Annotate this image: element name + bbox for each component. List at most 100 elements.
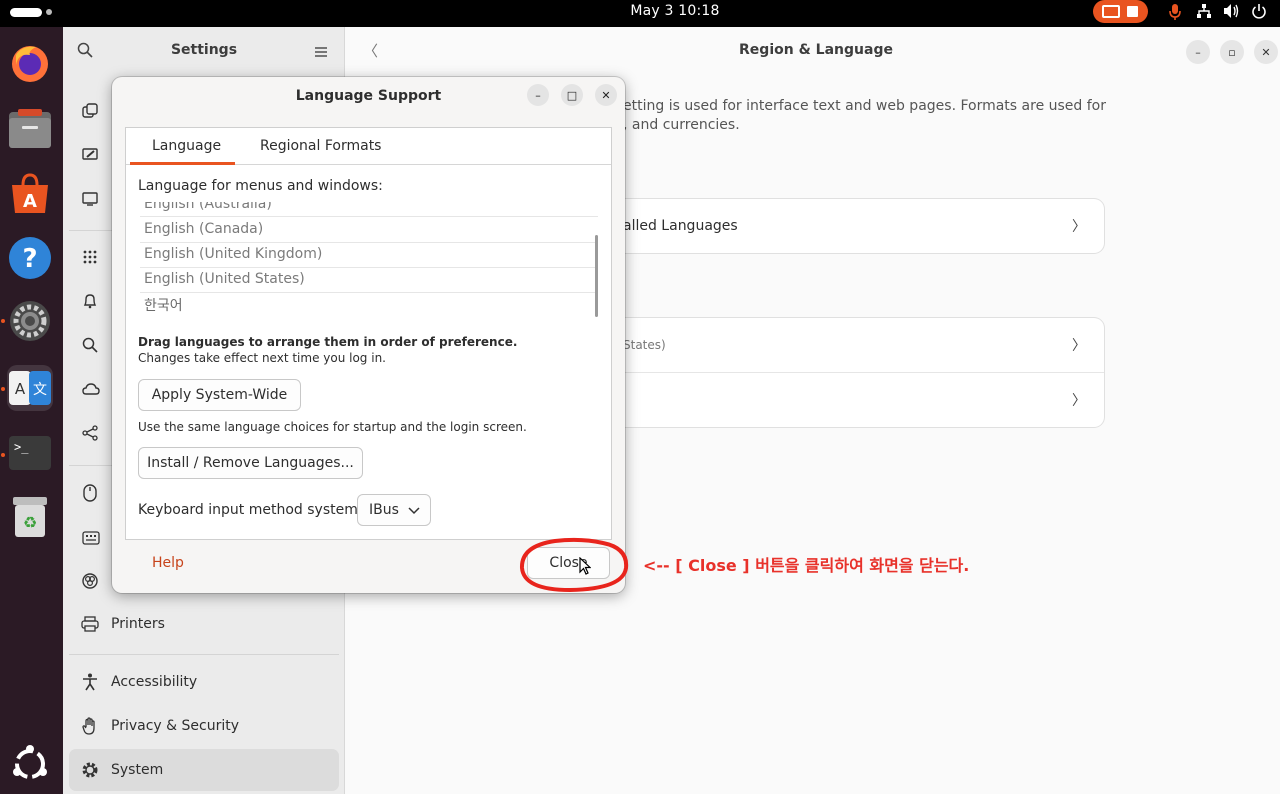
list-divider: [140, 216, 598, 217]
tab-bar: Language Regional Formats: [126, 128, 611, 165]
trash-icon[interactable]: ♻: [7, 494, 53, 540]
language-icon[interactable]: A文: [7, 365, 53, 411]
active-tab-indicator: [130, 162, 235, 165]
login-screen-row[interactable]: 〉: [583, 373, 1104, 427]
svg-text:文: 文: [33, 382, 47, 398]
help-icon[interactable]: ?: [7, 235, 53, 281]
svg-text:?: ?: [22, 244, 37, 274]
running-indicator: [1, 387, 5, 391]
settings-icon[interactable]: [7, 298, 53, 344]
install-remove-languages-button[interactable]: Install / Remove Languages...: [138, 447, 363, 479]
screen-share-icon: [1102, 5, 1120, 18]
drag-hint-bold: Drag languages to arrange them in order …: [138, 335, 518, 349]
main-header: 〈 Region & Language – ▫ ✕: [346, 27, 1280, 74]
svg-text:♻: ♻: [23, 513, 37, 532]
files-icon[interactable]: [7, 106, 53, 152]
ubuntu-logo-icon[interactable]: [7, 741, 53, 787]
list-divider: [140, 292, 598, 293]
sidebar-item-accessibility[interactable]: Accessibility: [69, 661, 339, 703]
tab-regional-formats[interactable]: Regional Formats: [260, 138, 381, 154]
manage-languages-label: alled Languages: [623, 218, 738, 234]
drag-hint: Changes take effect next time you log in…: [138, 351, 386, 365]
multitasking-icon[interactable]: [82, 103, 98, 123]
list-item[interactable]: English (United Kingdom): [140, 243, 598, 268]
highlight-circle: [520, 537, 629, 593]
maximize-button[interactable]: ▫: [1220, 40, 1244, 64]
language-list[interactable]: English (Australia) English (Canada) Eng…: [126, 202, 611, 322]
sidebar-item-system[interactable]: System: [69, 749, 339, 791]
terminal-icon[interactable]: >_: [7, 430, 53, 476]
accessibility-icon: [69, 673, 111, 691]
search-settings-icon[interactable]: [82, 337, 98, 357]
apps-icon[interactable]: [82, 249, 98, 269]
list-item[interactable]: English (Canada): [140, 218, 598, 243]
menu-icon[interactable]: [314, 43, 328, 62]
appearance-icon[interactable]: [82, 147, 98, 167]
help-button[interactable]: Help: [152, 555, 184, 571]
sidebar-item-label: Privacy & Security: [111, 718, 239, 734]
svg-text:>_: >_: [14, 440, 29, 454]
sidebar-item-label: System: [111, 762, 164, 778]
clock[interactable]: May 3 10:18: [0, 3, 1280, 19]
display-icon[interactable]: [82, 191, 98, 211]
svg-text:A: A: [15, 380, 26, 398]
online-accounts-icon[interactable]: [82, 381, 100, 400]
hand-icon: [69, 717, 111, 735]
list-item[interactable]: 한국어: [140, 295, 598, 320]
chevron-right-icon: 〉: [1072, 219, 1086, 235]
chevron-right-icon: 〉: [1072, 393, 1086, 409]
region-formats-card: States) 〉 〉: [583, 318, 1104, 427]
dialog-content-frame: Language Regional Formats Language for m…: [125, 127, 612, 540]
annotation-text: <-- [ Close ] 버튼을 클릭하여 화면을 닫는다.: [643, 556, 970, 575]
description-line-2: , and currencies.: [623, 117, 740, 133]
sidebar-item-privacy[interactable]: Privacy & Security: [69, 705, 339, 747]
top-bar: May 3 10:18: [0, 0, 1280, 27]
sidebar-divider: [69, 654, 339, 655]
volume-icon[interactable]: [1223, 3, 1240, 23]
list-item[interactable]: English (United States): [140, 268, 598, 293]
sidebar-title: Settings: [170, 42, 238, 58]
language-support-dialog: Language Support – □ ✕ Language Regional…: [112, 77, 625, 593]
mouse-icon[interactable]: [83, 484, 97, 506]
microphone-icon[interactable]: [1168, 3, 1182, 25]
firefox-icon[interactable]: [7, 40, 53, 86]
power-icon[interactable]: [1251, 3, 1267, 23]
manage-languages-card[interactable]: alled Languages 〉: [583, 199, 1104, 253]
sidebar-item-label: Printers: [111, 616, 165, 632]
running-indicator: [1, 453, 5, 457]
description-line-1: etting is used for interface text and we…: [623, 98, 1106, 114]
list-scrollbar[interactable]: [595, 235, 598, 317]
tab-language[interactable]: Language: [152, 138, 221, 154]
notifications-icon[interactable]: [82, 293, 98, 313]
keyboard-icon[interactable]: [82, 530, 100, 549]
dialog-maximize-button[interactable]: □: [561, 84, 583, 106]
close-window-button[interactable]: ✕: [1254, 40, 1278, 64]
apply-hint: Use the same language choices for startu…: [138, 420, 527, 434]
page-title: Region & Language: [739, 42, 893, 58]
sidebar-item-label: Accessibility: [111, 674, 198, 690]
svg-text:A: A: [23, 191, 37, 212]
dialog-minimize-button[interactable]: –: [527, 84, 549, 106]
network-icon[interactable]: [1196, 3, 1212, 23]
chevron-right-icon: 〉: [1072, 338, 1086, 354]
formats-value: States): [623, 338, 666, 352]
stop-icon: [1127, 6, 1138, 17]
sidebar-item-printers[interactable]: Printers: [69, 603, 339, 645]
gear-icon: [69, 761, 111, 779]
color-icon[interactable]: [82, 573, 98, 593]
dock: A ? A文 >_ ♻: [0, 27, 63, 794]
screencast-indicator[interactable]: [1093, 0, 1148, 23]
chevron-down-icon: [408, 503, 420, 519]
apply-system-wide-button[interactable]: Apply System-Wide: [138, 379, 301, 411]
keyboard-method-label: Keyboard input method system:: [138, 502, 363, 518]
printer-icon: [69, 616, 111, 632]
formats-row[interactable]: States) 〉: [583, 318, 1104, 372]
app-center-icon[interactable]: A: [7, 170, 53, 216]
dialog-close-button[interactable]: ✕: [595, 84, 617, 106]
sharing-icon[interactable]: [82, 425, 98, 445]
menus-windows-label: Language for menus and windows:: [138, 178, 383, 194]
keyboard-method-select[interactable]: IBus: [357, 494, 431, 526]
running-indicator: [1, 319, 5, 323]
minimize-button[interactable]: –: [1186, 40, 1210, 64]
keyboard-method-value: IBus: [369, 502, 399, 518]
